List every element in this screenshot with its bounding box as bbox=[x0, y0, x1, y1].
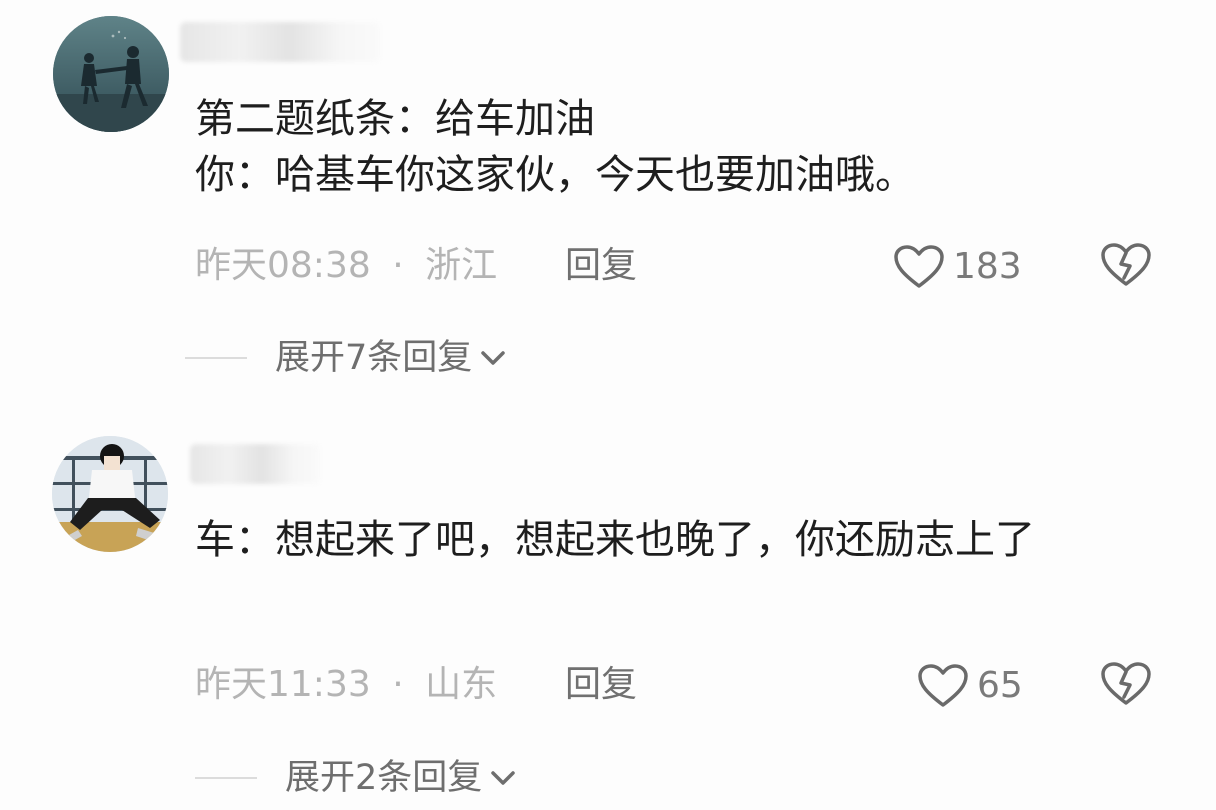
comment-time: 昨天11:33 bbox=[195, 664, 371, 705]
expand-replies-label: 展开2条回复 bbox=[285, 758, 483, 798]
meta-separator: · bbox=[392, 245, 404, 286]
like-button[interactable]: 183 bbox=[893, 244, 1022, 290]
comment-meta: 昨天11:33 · 山东 bbox=[195, 663, 497, 707]
username-redacted[interactable] bbox=[190, 444, 320, 484]
expand-replies-label: 展开7条回复 bbox=[275, 338, 473, 378]
heart-outline-icon bbox=[917, 663, 969, 709]
chevron-down-icon bbox=[478, 348, 508, 368]
comment-location: 山东 bbox=[425, 664, 498, 705]
like-button[interactable]: 65 bbox=[917, 663, 1023, 709]
expand-replies[interactable]: 展开2条回复 bbox=[195, 756, 518, 800]
avatar[interactable] bbox=[53, 16, 169, 132]
comment-meta: 昨天08:38 · 浙江 bbox=[195, 244, 497, 288]
meta-separator: · bbox=[392, 664, 404, 705]
comment-time: 昨天08:38 bbox=[195, 245, 371, 286]
like-count: 183 bbox=[953, 246, 1022, 287]
divider-line bbox=[185, 357, 247, 359]
divider-line bbox=[195, 777, 257, 779]
like-count: 65 bbox=[977, 665, 1023, 706]
dislike-button[interactable] bbox=[1100, 661, 1152, 711]
comment-location: 浙江 bbox=[425, 245, 498, 286]
comment-text: 第二题纸条：给车加油 你：哈基车你这家伙，今天也要加油哦。 bbox=[195, 96, 915, 198]
broken-heart-icon bbox=[1101, 662, 1151, 705]
comment-text: 车：想起来了吧，想起来也晚了，你还励志上了 bbox=[195, 517, 1035, 563]
expand-replies[interactable]: 展开7条回复 bbox=[185, 336, 508, 380]
username-redacted[interactable] bbox=[180, 22, 380, 62]
dislike-button[interactable] bbox=[1100, 242, 1152, 292]
avatar[interactable] bbox=[52, 436, 168, 552]
chevron-down-icon bbox=[488, 768, 518, 788]
comment-item: 车：想起来了吧，想起来也晚了，你还励志上了 昨天11:33 · 山东 回复 65… bbox=[0, 400, 1216, 810]
broken-heart-icon bbox=[1101, 243, 1151, 286]
reply-button[interactable]: 回复 bbox=[565, 663, 637, 707]
comment-item: 第二题纸条：给车加油 你：哈基车你这家伙，今天也要加油哦。 昨天08:38 · … bbox=[0, 0, 1216, 400]
heart-outline-icon bbox=[893, 244, 945, 290]
reply-button[interactable]: 回复 bbox=[565, 244, 637, 288]
